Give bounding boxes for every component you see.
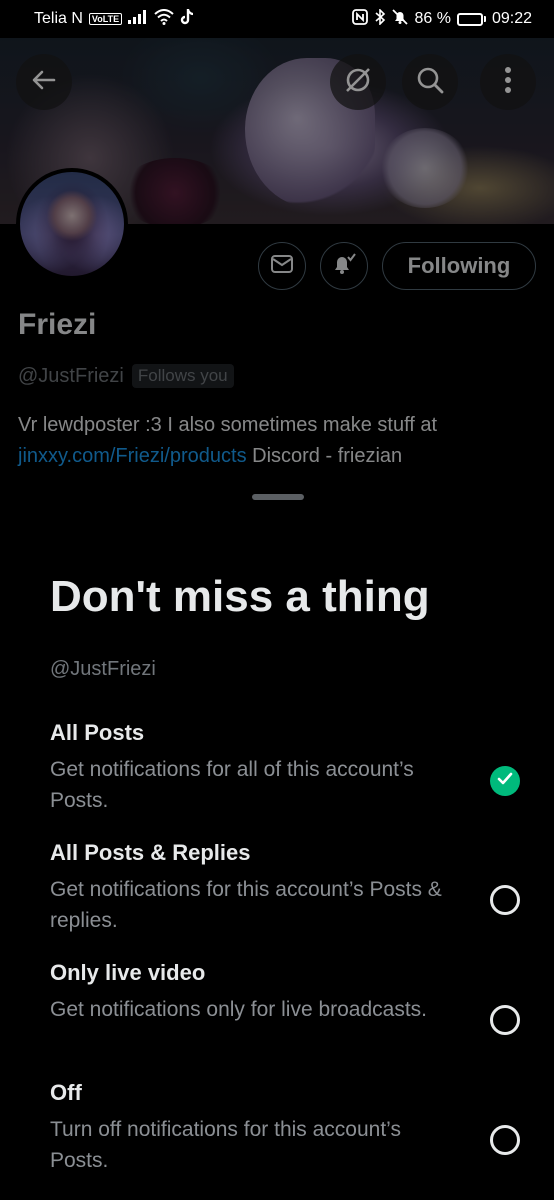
carrier-label: Telia N bbox=[34, 10, 83, 27]
status-bar: Telia N VoLTE 86 % 09:22 bbox=[0, 0, 554, 38]
bluetooth-icon bbox=[374, 7, 386, 30]
volte-badge: VoLTE bbox=[88, 13, 123, 25]
option-all-posts[interactable]: All Posts Get notifications for all of t… bbox=[50, 720, 520, 816]
mute-bell-icon bbox=[392, 8, 409, 30]
option-desc: Get notifications for this account’s Pos… bbox=[50, 878, 442, 932]
clock: 09:22 bbox=[491, 10, 532, 27]
sheet-grabber[interactable] bbox=[252, 494, 304, 500]
radio-unchecked[interactable] bbox=[490, 1125, 520, 1155]
battery-percent: 86 % bbox=[414, 10, 451, 27]
battery-icon bbox=[456, 12, 486, 26]
nfc-icon bbox=[352, 8, 369, 30]
option-desc: Turn off notifications for this account’… bbox=[50, 1118, 401, 1172]
sheet-handle: @JustFriezi bbox=[50, 658, 156, 680]
sheet-title: Don't miss a thing bbox=[50, 572, 430, 621]
option-only-live-video[interactable]: Only live video Get notifications only f… bbox=[50, 960, 520, 1035]
option-title: All Posts & Replies bbox=[50, 840, 251, 865]
option-title: Off bbox=[50, 1080, 82, 1105]
radio-unchecked[interactable] bbox=[490, 1005, 520, 1035]
wifi-icon bbox=[154, 8, 174, 30]
option-title: All Posts bbox=[50, 720, 145, 745]
radio-checked[interactable] bbox=[490, 766, 520, 796]
option-desc: Get notifications for all of this accoun… bbox=[50, 758, 414, 812]
signal-icon bbox=[128, 9, 148, 29]
option-title: Only live video bbox=[50, 960, 206, 985]
option-desc: Get notifications only for live broadcas… bbox=[50, 998, 428, 1021]
option-off[interactable]: Off Turn off notifications for this acco… bbox=[50, 1080, 520, 1176]
radio-unchecked[interactable] bbox=[490, 885, 520, 915]
check-icon bbox=[497, 772, 513, 791]
notification-sheet: Don't miss a thing @JustFriezi All Posts… bbox=[0, 474, 554, 1200]
option-all-posts-replies[interactable]: All Posts & Replies Get notifications fo… bbox=[50, 840, 520, 936]
dim-overlay[interactable] bbox=[0, 38, 554, 500]
tiktok-icon bbox=[180, 8, 194, 30]
